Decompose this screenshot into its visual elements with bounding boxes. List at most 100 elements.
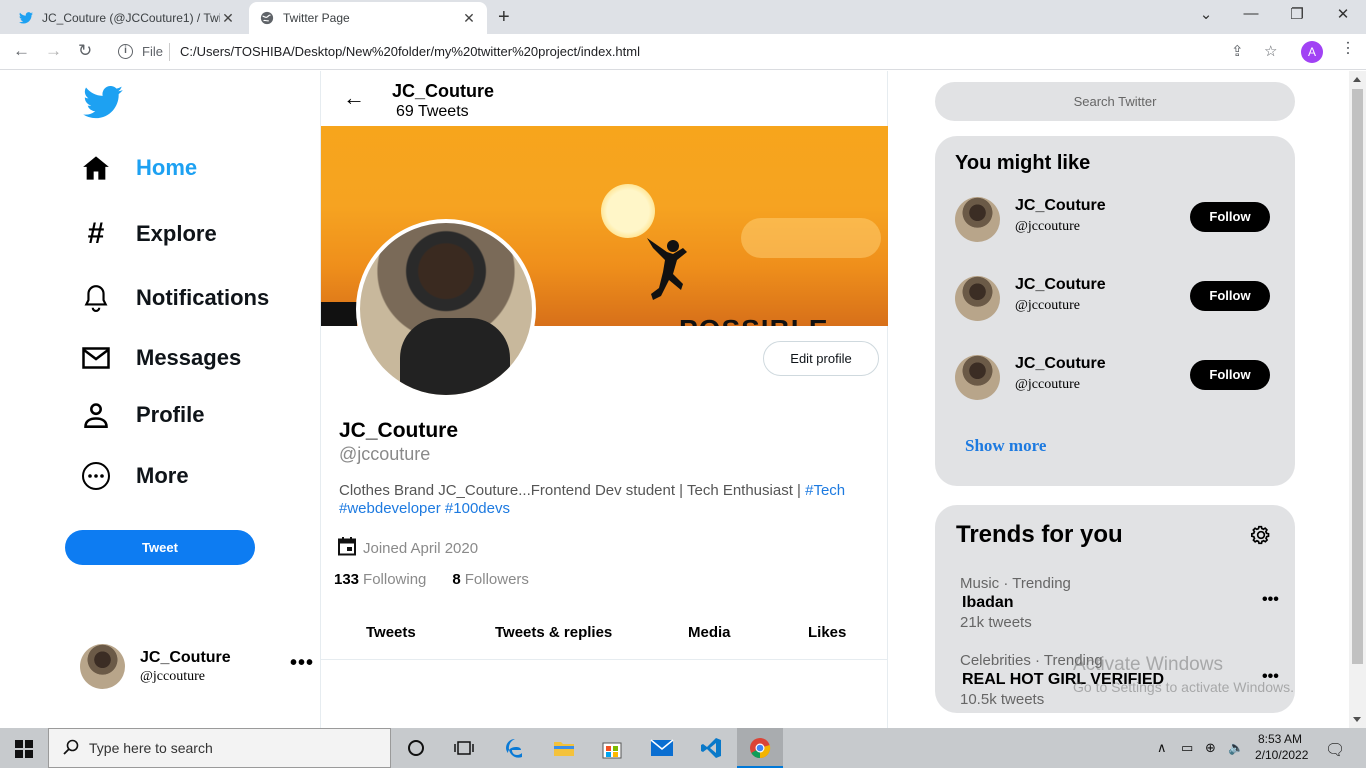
banner-sun [601,184,655,238]
restore-icon[interactable]: ❐ [1287,5,1307,23]
page-viewport: Home # Explore Notifications Messages Pr… [0,71,1366,728]
follow-button[interactable]: Follow [1190,202,1270,232]
tab-tweets-replies[interactable]: Tweets & replies [495,624,612,641]
suggestion-handle: @jccouture [1015,298,1080,313]
trend-more-icon[interactable]: ••• [1262,591,1279,609]
watermark-subtitle: Go to Settings to activate Windows. [1073,679,1294,695]
mail-app-icon[interactable] [650,736,674,760]
bookmark-star-icon[interactable]: ☆ [1264,42,1277,60]
file-explorer-icon[interactable] [552,736,576,760]
followers-link[interactable]: 8 Followers [452,571,529,588]
profile-handle: @jccouture [339,444,431,464]
suggestion-item[interactable]: JC_Couture @jccouture Follow [955,355,1275,401]
microsoft-store-icon[interactable] [600,736,624,760]
browser-tab-twitter-page[interactable]: Twitter Page ✕ [249,2,487,34]
search-input[interactable] [935,82,1295,121]
cortana-icon[interactable] [404,736,428,760]
site-info-icon[interactable]: i [118,44,133,59]
scroll-down-arrow-icon[interactable] [1353,717,1361,722]
tweet-button[interactable]: Tweet [65,530,255,565]
volume-icon[interactable]: 🔈 [1228,740,1244,756]
tray-chevron-up-icon[interactable]: ∧ [1157,740,1167,756]
taskbar-search-placeholder: Type here to search [89,740,213,756]
nav-item-label: Notifications [136,285,270,310]
nav-item-notifications[interactable]: Notifications [80,282,269,314]
bio-hashtag-webdeveloper[interactable]: #webdeveloper [339,500,441,517]
vscode-icon[interactable] [699,736,723,760]
following-label: Following [363,571,427,588]
close-tab-icon[interactable]: ✕ [220,10,236,27]
minimize-icon[interactable]: — [1241,5,1261,22]
tab-tweets[interactable]: Tweets [366,624,416,641]
profile-name: JC_Couture [339,419,459,442]
nav-item-more[interactable]: More [80,460,189,492]
avatar [80,644,125,689]
scroll-thumb[interactable] [1352,89,1363,664]
banner-jumper-figure [647,238,687,300]
forward-icon[interactable]: → [45,41,62,61]
account-more-icon[interactable]: ••• [290,652,314,675]
clock-time: 8:53 AM [1257,732,1303,746]
task-view-icon[interactable] [452,736,476,760]
chrome-icon[interactable] [748,736,772,760]
windows-start-icon[interactable] [15,740,33,763]
scroll-up-arrow-icon[interactable] [1353,77,1361,82]
edit-profile-button[interactable]: Edit profile [763,341,879,376]
edge-browser-icon[interactable] [503,736,527,760]
account-switcher[interactable]: JC_Couture @jccouture ••• [80,644,315,689]
account-name: JC_Couture [140,648,231,666]
nav-item-profile[interactable]: Profile [80,399,204,431]
battery-icon[interactable]: ▭ [1181,740,1193,756]
globe-icon [259,10,275,26]
reload-icon[interactable]: ↻ [78,41,92,61]
browser-menu-icon[interactable]: ⋯ [1338,40,1357,54]
tab-search-chevron-icon[interactable]: ⌄ [1196,5,1216,23]
nav-item-label: More [136,463,189,488]
twitter-logo-icon[interactable] [83,85,123,124]
header-profile-name: JC_Couture [392,81,495,101]
search-icon [63,739,79,758]
bell-icon [80,282,112,314]
taskbar-search-box[interactable]: Type here to search [48,728,391,768]
close-window-icon[interactable]: ✕ [1333,5,1353,23]
followers-label: Followers [464,571,529,588]
following-count: 133 [334,571,360,588]
back-arrow-icon[interactable]: ← [343,85,365,111]
bio-hashtag-100devs[interactable]: #100devs [445,500,510,517]
suggestion-name: JC_Couture [1015,355,1106,372]
bio-text: Clothes Brand JC_Couture...Frontend Dev … [339,482,806,499]
twitter-bird-icon [18,10,34,26]
bio-hashtag-tech[interactable]: #Tech [805,482,845,499]
tab-likes[interactable]: Likes [808,624,846,641]
close-tab-icon[interactable]: ✕ [461,10,477,27]
profile-picture[interactable] [356,219,536,399]
clock-date: 2/10/2022 [1255,748,1309,762]
taskbar-clock[interactable]: 8:53 AM 2/10/2022 [1255,731,1309,763]
browser-profile-avatar[interactable]: A [1301,41,1323,63]
following-link[interactable]: 133 Following [334,571,426,588]
follow-button[interactable]: Follow [1190,360,1270,390]
network-globe-icon[interactable]: ⊕ [1205,740,1216,756]
nav-item-explore[interactable]: # Explore [80,217,217,250]
share-icon[interactable]: ⇪ [1231,42,1244,60]
show-more-link[interactable]: Show more [965,436,1046,456]
back-icon[interactable]: ← [13,41,30,61]
trend-item[interactable]: Music · Trending Ibadan 21k tweets ••• [960,575,1280,631]
suggestion-item[interactable]: JC_Couture @jccouture Follow [955,197,1275,243]
tab-media[interactable]: Media [688,624,731,641]
joined-date: Joined April 2020 [337,536,478,560]
page-scrollbar[interactable] [1349,71,1366,728]
gear-icon[interactable] [1251,525,1271,550]
follow-button[interactable]: Follow [1190,281,1270,311]
suggestion-handle: @jccouture [1015,377,1080,392]
url-field[interactable]: C:/Users/TOSHIBA/Desktop/New%20folder/my… [180,44,640,59]
new-tab-icon[interactable]: + [498,6,510,29]
nav-item-messages[interactable]: Messages [80,342,241,374]
calendar-icon [337,536,357,560]
tab-title: Twitter Page [283,11,350,25]
nav-item-home[interactable]: Home [80,152,197,184]
browser-tab-twitter[interactable]: JC_Couture (@JCCouture1) / Twit ✕ [8,2,246,34]
suggestion-item[interactable]: JC_Couture @jccouture Follow [955,276,1275,322]
account-handle: @jccouture [140,668,205,684]
notification-center-icon[interactable]: 🗨 [1325,740,1345,760]
